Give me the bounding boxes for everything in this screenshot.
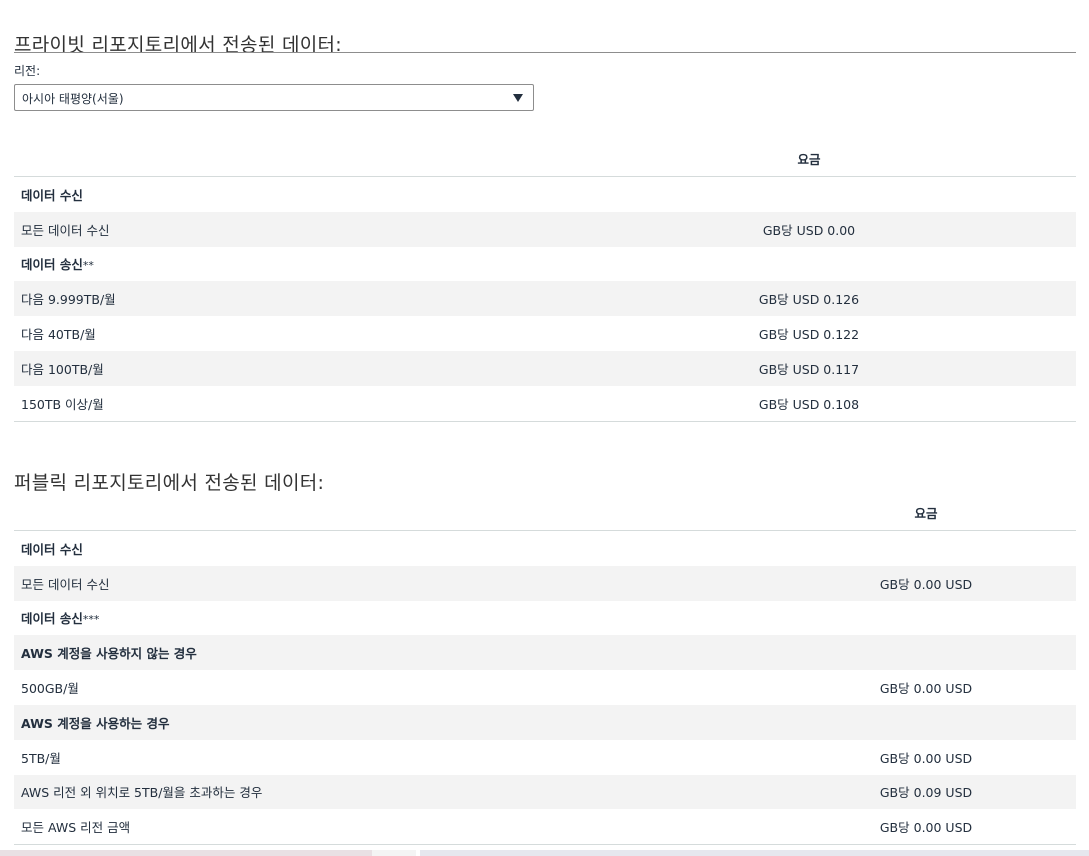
row-label-text: 모든 데이터 수신: [21, 576, 110, 592]
row-label-text: 150TB 이상/월: [21, 396, 104, 412]
row-label: 모든 데이터 수신: [14, 211, 609, 247]
row-label-text: 데이터 송신: [21, 611, 83, 627]
group-header-row: 데이터 송신***: [14, 601, 1076, 636]
private-pricing-table: 요금 데이터 수신 모든 데이터 수신 GB당 USD 0.00 데이터 송신** 다음…: [14, 140, 1076, 422]
table-row: 모든 데이터 수신 GB당 USD 0.00: [14, 211, 1076, 247]
row-label: AWS 계정을 사용하는 경우: [14, 704, 814, 740]
price-column-header: 요금: [814, 494, 1038, 531]
row-price: GB당 USD 0.126: [609, 281, 1009, 317]
row-price: GB당 USD 0.00: [609, 211, 1009, 247]
row-label-text: AWS 리전 외 위치로 5TB/월을 초과하는 경우: [21, 785, 263, 801]
table-row: 150TB 이상/월 GB당 USD 0.108: [14, 385, 1076, 422]
row-label: 모든 데이터 수신: [14, 565, 814, 601]
footnote-marker: **: [82, 259, 94, 273]
group-header-row: AWS 계정을 사용하지 않는 경우: [14, 635, 1076, 671]
row-label-text: 모든 AWS 리전 금액: [21, 820, 131, 836]
table-row: 다음 100TB/월 GB당 USD 0.117: [14, 350, 1076, 386]
row-price: GB당 0.09 USD: [814, 774, 1038, 810]
group-header-row: 데이터 수신: [14, 531, 1076, 566]
row-price: GB당 0.00 USD: [814, 809, 1038, 846]
row-label-text: 5TB/월: [21, 750, 61, 766]
pricing-page: 프라이빗 리포지토리에서 전송된 데이터: 리전: 아시아 태평양(서울) 요금…: [0, 0, 1089, 856]
footnote-marker: ***: [82, 613, 100, 627]
group-header-row: 데이터 수신: [14, 177, 1076, 212]
group-header-row: AWS 계정을 사용하는 경우: [14, 704, 1076, 740]
group-header-row: 데이터 송신**: [14, 247, 1076, 282]
row-price: GB당 USD 0.117: [609, 350, 1009, 386]
row-label: 데이터 수신: [14, 177, 609, 212]
table-row: 모든 AWS 리전 금액 GB당 0.00 USD: [14, 809, 1076, 846]
row-label-text: AWS 계정을 사용하는 경우: [21, 715, 170, 731]
row-price: GB당 USD 0.122: [758, 327, 860, 343]
row-label-text: 다음 100TB/월: [21, 361, 104, 377]
table-row: 5TB/월 GB당 0.00 USD: [14, 740, 1076, 775]
row-label: 데이터 수신: [14, 531, 814, 566]
row-price: GB당 USD 0.108: [609, 385, 1009, 422]
table-row: 모든 데이터 수신 GB당 0.00 USD: [14, 565, 1076, 601]
row-price: [814, 601, 1038, 636]
row-label: AWS 리전 외 위치로 5TB/월을 초과하는 경우: [14, 774, 814, 810]
row-label-text: 데이터 수신: [21, 541, 83, 557]
row-price: [814, 635, 1038, 671]
row-label: AWS 계정을 사용하지 않는 경우: [14, 635, 814, 671]
row-label: 데이터 송신**: [14, 247, 609, 282]
row-price: GB당 0.00 USD: [879, 681, 973, 697]
row-price: [609, 177, 1009, 212]
region-select[interactable]: 아시아 태평양(서울): [14, 84, 534, 111]
row-price: GB당 0.00 USD: [814, 565, 1038, 601]
row-price: [814, 531, 1038, 566]
row-label-text: 다음 40TB/월: [21, 327, 96, 343]
row-label: 5TB/월: [14, 740, 814, 775]
footer-strip: [0, 850, 1089, 856]
row-label-text: 다음 9.999TB/월: [21, 292, 116, 308]
table-header-row: 요금: [14, 140, 1076, 177]
row-label: 다음 40TB/월: [14, 316, 609, 351]
region-select-value: 아시아 태평양(서울): [22, 92, 124, 106]
row-label: 모든 AWS 리전 금액: [14, 809, 814, 846]
private-table-body: 데이터 수신 모든 데이터 수신 GB당 USD 0.00 데이터 송신** 다음 9.…: [14, 177, 1076, 422]
row-label: 다음 100TB/월: [14, 350, 609, 386]
public-section-title: 퍼블릭 리포지토리에서 전송된 데이터:: [14, 471, 325, 494]
row-label-text: 데이터 송신: [21, 257, 83, 273]
row-price: GB당 0.00 USD: [879, 750, 973, 766]
row-label-text: 500GB/월: [21, 681, 79, 697]
row-label: 다음 9.999TB/월: [14, 281, 609, 317]
public-pricing-table: 요금 데이터 수신 모든 데이터 수신 GB당 0.00 USD 데이터 송신*** A…: [14, 494, 1076, 846]
chevron-down-icon: [513, 94, 523, 102]
table-row: AWS 리전 외 위치로 5TB/월을 초과하는 경우 GB당 0.09 USD: [14, 774, 1076, 810]
table-row: 다음 9.999TB/월 GB당 USD 0.126: [14, 281, 1076, 317]
public-table-body: 데이터 수신 모든 데이터 수신 GB당 0.00 USD 데이터 송신*** AWS …: [14, 531, 1076, 846]
row-price: [609, 247, 1009, 282]
table-header-row: 요금: [14, 494, 1076, 531]
row-price: [814, 704, 1038, 740]
row-label: 500GB/월: [14, 670, 814, 705]
table-row: 500GB/월 GB당 0.00 USD: [14, 670, 1076, 705]
row-label: 데이터 송신***: [14, 601, 814, 636]
row-label: 150TB 이상/월: [14, 385, 609, 422]
row-label-text: 모든 데이터 수신: [21, 222, 110, 238]
region-label: 리전:: [14, 64, 41, 78]
row-label-text: 데이터 수신: [21, 187, 83, 203]
price-column-header: 요금: [609, 140, 1009, 177]
table-row: 다음 40TB/월 GB당 USD 0.122: [14, 316, 1076, 351]
section-divider: [14, 52, 1076, 53]
row-label-text: AWS 계정을 사용하지 않는 경우: [21, 646, 197, 662]
